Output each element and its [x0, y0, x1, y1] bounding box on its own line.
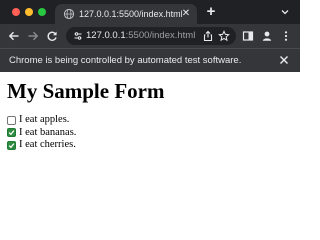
globe-icon — [63, 8, 75, 20]
checkbox-list: I eat apples. I eat bananas. I eat cherr… — [7, 114, 76, 152]
checkbox-label-cherries[interactable]: I eat cherries. — [19, 139, 76, 151]
infobar-message: Chrome is being controlled by automated … — [9, 55, 242, 66]
new-tab-button[interactable]: + — [204, 4, 218, 19]
automation-infobar: Chrome is being controlled by automated … — [0, 48, 300, 72]
browser-toolbar: 127.0.0.1:5500/index.html — [0, 24, 300, 48]
side-panel-icon[interactable] — [242, 30, 254, 42]
window-maximize-button[interactable] — [38, 8, 46, 16]
checkbox-bananas[interactable] — [7, 128, 16, 138]
window-minimize-button[interactable] — [25, 8, 33, 16]
chevron-down-icon[interactable] — [280, 7, 290, 17]
tab-active[interactable]: 127.0.0.1:5500/index.html ✕ — [55, 4, 197, 24]
more-vert-icon[interactable] — [280, 30, 292, 42]
checkmark-icon — [8, 130, 15, 136]
browser-window: 127.0.0.1:5500/index.html ✕ + 127.0.0.1:… — [0, 0, 300, 240]
checkbox-apples[interactable] — [7, 115, 16, 125]
back-arrow-icon[interactable] — [8, 30, 20, 42]
checkbox-label-bananas[interactable]: I eat bananas. — [19, 127, 76, 139]
url-path: :5500/index.html — [125, 30, 196, 41]
reload-icon[interactable] — [46, 30, 58, 42]
close-icon[interactable] — [278, 54, 290, 66]
address-bar[interactable]: 127.0.0.1:5500/index.html — [66, 27, 236, 45]
star-icon[interactable] — [218, 30, 230, 42]
tab-title: 127.0.0.1:5500/index.html — [79, 9, 183, 19]
share-icon[interactable] — [202, 30, 214, 42]
forward-arrow-icon[interactable] — [27, 30, 39, 42]
checkbox-row-apples: I eat apples. — [7, 114, 76, 127]
checkbox-label-apples[interactable]: I eat apples. — [19, 114, 69, 126]
url-host: 127.0.0.1 — [86, 30, 126, 41]
tab-strip: 127.0.0.1:5500/index.html ✕ + — [0, 0, 300, 24]
checkbox-cherries[interactable] — [7, 140, 16, 150]
page-title: My Sample Form — [7, 79, 165, 103]
tab-close-icon[interactable]: ✕ — [180, 8, 192, 20]
profile-icon[interactable] — [261, 30, 273, 42]
window-close-button[interactable] — [12, 8, 20, 16]
checkmark-icon — [8, 142, 15, 149]
site-info-icon[interactable] — [73, 31, 83, 41]
checkbox-row-cherries: I eat cherries. — [7, 139, 76, 152]
page-content: My Sample Form I eat apples. I eat banan… — [0, 72, 300, 240]
address-bar-url: 127.0.0.1:5500/index.html — [86, 30, 195, 42]
checkbox-row-bananas: I eat bananas. — [7, 127, 76, 140]
